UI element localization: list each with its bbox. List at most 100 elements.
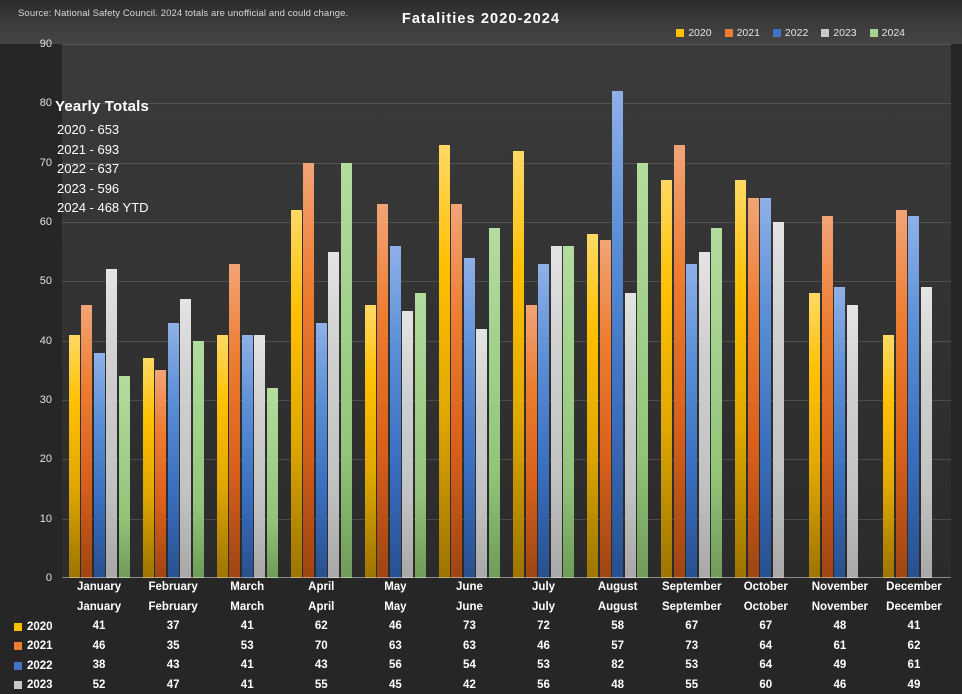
y-axis: 0 10 20 30 40 50 60 70 80 90 bbox=[0, 38, 62, 584]
bar-2020-september[interactable] bbox=[661, 180, 673, 578]
bar-2020-august[interactable] bbox=[587, 233, 599, 578]
legend-label: 2024 bbox=[881, 27, 905, 39]
x-axis-labels: January February March April May June July Augu… bbox=[62, 581, 951, 599]
bar-2024-july[interactable] bbox=[563, 245, 575, 578]
table-cell: 43 bbox=[166, 659, 180, 671]
bar-2022-november[interactable] bbox=[834, 287, 846, 578]
bar-2021-february[interactable] bbox=[155, 370, 167, 578]
bar-2023-april[interactable] bbox=[328, 251, 340, 578]
legend-swatch-icon bbox=[869, 29, 878, 37]
bar-2024-march[interactable] bbox=[266, 388, 278, 578]
bar-2020-february[interactable] bbox=[142, 358, 154, 578]
table-column-header-january: January bbox=[76, 601, 122, 613]
table-row-key-2021[interactable]: 2021 bbox=[14, 637, 53, 656]
bar-2023-july[interactable] bbox=[550, 245, 562, 578]
table-column-header-june: June bbox=[456, 601, 483, 613]
table-cell: 41 bbox=[907, 620, 921, 632]
table-column-header-july: July bbox=[532, 601, 556, 613]
yearly-total-line: 2024 - 468 YTD bbox=[57, 200, 149, 215]
x-axis-label-may: May bbox=[384, 581, 407, 593]
bar-2020-january[interactable] bbox=[68, 334, 80, 578]
x-axis-label-april: April bbox=[308, 581, 335, 593]
bar-2023-august[interactable] bbox=[624, 293, 636, 578]
bar-2021-november[interactable] bbox=[821, 216, 833, 578]
bar-group-april bbox=[290, 44, 352, 578]
table-row: 2022 38 43 41 43 56 54 53 82 53 64 49 61 bbox=[0, 656, 962, 675]
x-axis-label-august: August bbox=[597, 581, 638, 593]
bar-2024-january[interactable] bbox=[118, 376, 130, 578]
chart-page: Source: National Safety Council. 2024 to… bbox=[0, 0, 962, 694]
data-table: January February March April May June July Augu… bbox=[0, 598, 962, 694]
bar-2020-june[interactable] bbox=[438, 144, 450, 578]
bar-2022-may[interactable] bbox=[389, 245, 401, 578]
bar-2020-november[interactable] bbox=[809, 293, 821, 578]
bar-2024-may[interactable] bbox=[414, 293, 426, 578]
bar-2022-december[interactable] bbox=[908, 216, 920, 578]
y-axis-tick-90: 90 bbox=[39, 38, 52, 50]
bar-2023-march[interactable] bbox=[254, 334, 266, 578]
bar-2022-august[interactable] bbox=[612, 91, 624, 578]
bar-2023-december[interactable] bbox=[920, 287, 932, 578]
table-row-key-2023[interactable]: 2023 bbox=[14, 676, 53, 694]
legend-item-2020[interactable]: 2020 bbox=[676, 27, 712, 39]
x-axis-label-september: September bbox=[661, 581, 722, 593]
bar-2023-october[interactable] bbox=[772, 222, 784, 578]
bar-2023-february[interactable] bbox=[180, 299, 192, 578]
bar-group-july bbox=[513, 44, 575, 578]
bar-2023-january[interactable] bbox=[106, 269, 118, 578]
bar-2022-october[interactable] bbox=[760, 198, 772, 578]
bar-group-may bbox=[364, 44, 426, 578]
bar-2020-july[interactable] bbox=[513, 150, 525, 578]
bar-2021-august[interactable] bbox=[599, 239, 611, 578]
legend-item-2023[interactable]: 2023 bbox=[821, 27, 857, 39]
bar-2021-october[interactable] bbox=[747, 198, 759, 578]
bar-2023-may[interactable] bbox=[402, 311, 414, 578]
legend-item-2024[interactable]: 2024 bbox=[869, 27, 905, 39]
table-cell: 45 bbox=[388, 678, 402, 691]
bar-2024-june[interactable] bbox=[488, 227, 500, 578]
header-band: Source: National Safety Council. 2024 to… bbox=[0, 0, 962, 44]
bar-2020-may[interactable] bbox=[364, 305, 376, 578]
table-cell: 67 bbox=[759, 620, 773, 632]
bar-2020-october[interactable] bbox=[735, 180, 747, 578]
bar-2022-july[interactable] bbox=[538, 263, 550, 578]
bar-2022-january[interactable] bbox=[93, 352, 105, 578]
bar-2023-september[interactable] bbox=[698, 251, 710, 578]
bar-2021-january[interactable] bbox=[81, 305, 93, 578]
bar-2021-december[interactable] bbox=[895, 210, 907, 578]
bar-2023-june[interactable] bbox=[476, 328, 488, 578]
legend-item-2021[interactable]: 2021 bbox=[724, 27, 760, 39]
bar-2022-february[interactable] bbox=[167, 322, 179, 578]
table-column-header-may: May bbox=[384, 601, 407, 613]
bar-2023-november[interactable] bbox=[846, 305, 858, 578]
bar-2021-july[interactable] bbox=[525, 305, 537, 578]
table-row-key-2020[interactable]: 2020 bbox=[14, 617, 53, 636]
legend-item-2022[interactable]: 2022 bbox=[772, 27, 808, 39]
bar-2022-april[interactable] bbox=[315, 322, 327, 578]
bar-2024-april[interactable] bbox=[340, 162, 352, 578]
bar-2020-december[interactable] bbox=[883, 334, 895, 578]
bar-2024-september[interactable] bbox=[711, 227, 723, 578]
bar-2020-april[interactable] bbox=[290, 210, 302, 578]
table-column-header-october: October bbox=[743, 601, 788, 613]
table-cell: 48 bbox=[611, 678, 625, 691]
bar-2024-february[interactable] bbox=[192, 340, 204, 578]
bar-2021-may[interactable] bbox=[377, 204, 389, 578]
bar-2021-april[interactable] bbox=[303, 162, 315, 578]
table-cell: 63 bbox=[388, 639, 402, 652]
table-cell: 57 bbox=[611, 639, 625, 652]
legend-swatch-icon bbox=[772, 29, 781, 37]
bar-2022-march[interactable] bbox=[241, 334, 253, 578]
table-row-key-2022[interactable]: 2022 bbox=[14, 656, 53, 675]
bar-2021-june[interactable] bbox=[451, 204, 463, 578]
bar-2021-march[interactable] bbox=[229, 263, 241, 578]
legend-swatch-icon bbox=[676, 29, 685, 37]
yearly-total-line: 2021 - 693 bbox=[57, 141, 120, 157]
bar-2022-september[interactable] bbox=[686, 263, 698, 578]
table-cell: 35 bbox=[166, 639, 180, 652]
bar-2024-august[interactable] bbox=[637, 162, 649, 578]
series-swatch-icon bbox=[14, 642, 22, 650]
bar-2020-march[interactable] bbox=[216, 334, 228, 578]
bar-2022-june[interactable] bbox=[463, 257, 475, 578]
bar-2021-september[interactable] bbox=[673, 144, 685, 578]
